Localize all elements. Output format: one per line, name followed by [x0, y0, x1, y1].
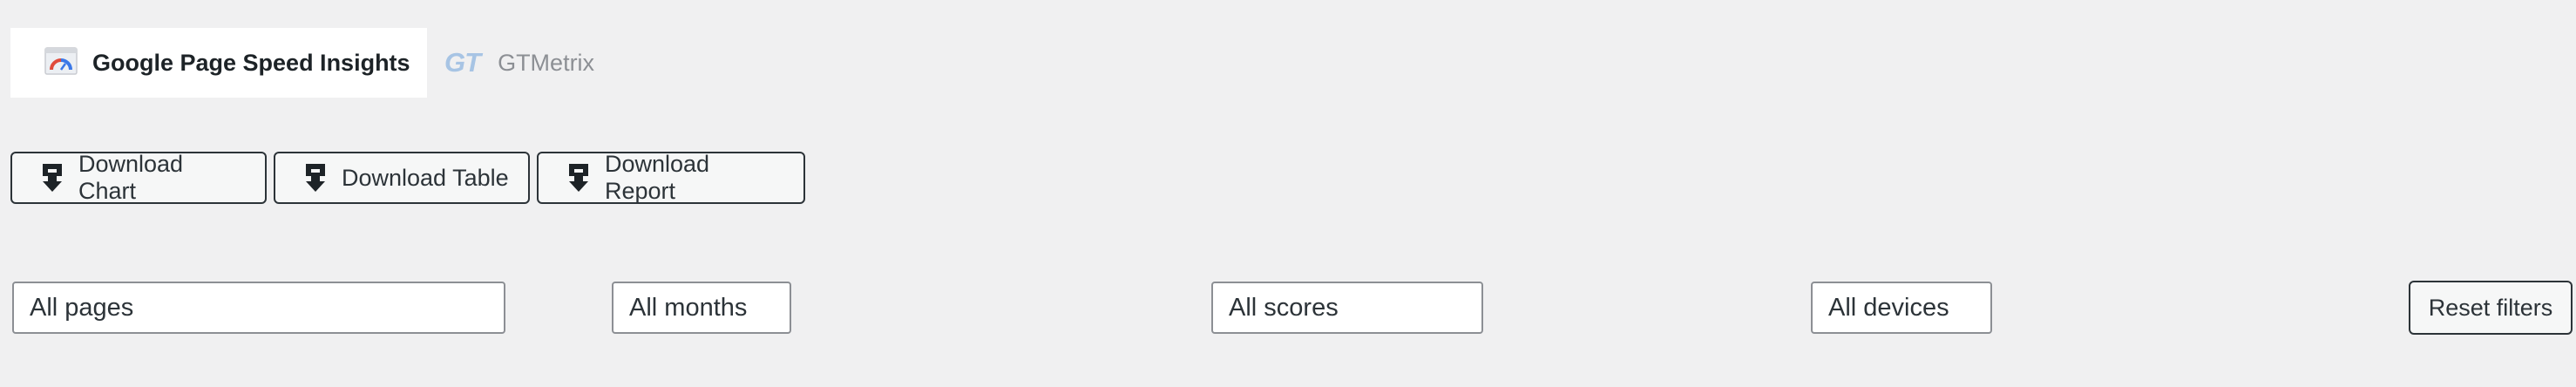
reset-filters-button[interactable]: Reset filters: [2409, 281, 2573, 335]
tab-label: GTMetrix: [498, 49, 595, 76]
gtmetrix-logo-icon: GT: [444, 47, 481, 78]
button-label: Download Table: [342, 164, 509, 191]
tab-google-page-speed-insights[interactable]: Google Page Speed Insights: [10, 28, 427, 98]
pagespeed-gauge-icon: [44, 46, 78, 80]
download-chart-button[interactable]: Download Chart: [10, 151, 267, 204]
download-report-button[interactable]: Download Report: [537, 151, 805, 204]
download-icon: [566, 162, 591, 194]
scores-filter-select[interactable]: All scores: [1211, 282, 1483, 334]
pages-filter-select[interactable]: All pages: [12, 282, 505, 334]
download-icon: [303, 162, 328, 194]
download-toolbar: Download Chart Download Table Download R…: [10, 151, 805, 204]
tab-gtmetrix[interactable]: GT GTMetrix: [427, 28, 594, 98]
download-icon: [40, 162, 64, 194]
months-filter-select[interactable]: All months: [612, 282, 791, 334]
button-label: Download Chart: [78, 151, 184, 204]
tab-label: Google Page Speed Insights: [92, 49, 410, 76]
devices-filter-select[interactable]: All devices: [1811, 282, 1992, 334]
tab-bar: Google Page Speed Insights GT GTMetrix: [10, 28, 594, 98]
button-label: Download Report: [605, 151, 710, 204]
download-table-button[interactable]: Download Table: [274, 152, 530, 204]
